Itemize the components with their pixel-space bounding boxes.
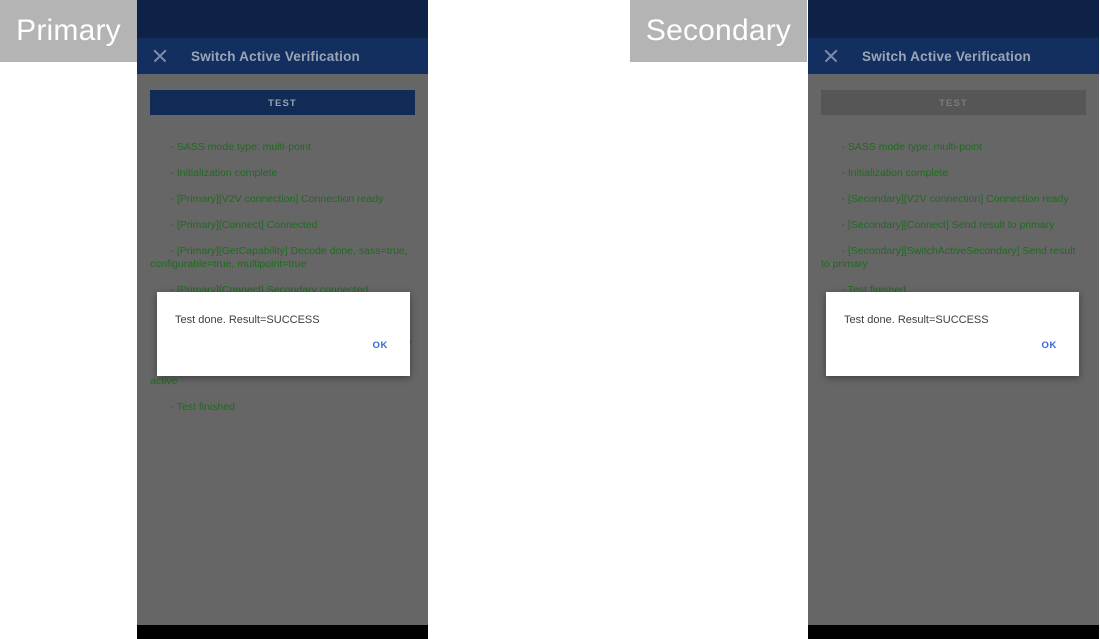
log-line: - Initialization complete [167,167,278,179]
result-dialog-primary: Test done. Result=SUCCESS OK [157,292,410,376]
dialog-ok-button[interactable]: OK [369,338,392,353]
app-bar-secondary: Switch Active Verification [808,38,1099,74]
log-line: - Initialization complete [838,167,949,179]
role-label-primary: Primary [0,0,137,62]
status-bar-primary [137,0,428,38]
close-icon[interactable] [822,47,840,65]
log-line: - [Primary][Connect] Connected [167,219,318,231]
log-line: - [Secondary][Connect] Send result to pr… [838,219,1055,231]
log-line: - SASS mode type: multi-point [838,141,983,153]
navigation-bar-primary [137,625,428,639]
log-line: - [Primary][GetCapability] Decode done, … [150,245,411,270]
app-bar-title: Switch Active Verification [191,48,360,64]
close-icon[interactable] [151,47,169,65]
log-line: - [Secondary][SwitchActiveSecondary] Sen… [821,245,1079,270]
log-line: - Test finished [167,401,236,413]
dialog-message: Test done. Result=SUCCESS [844,314,989,326]
app-bar-title: Switch Active Verification [862,48,1031,64]
test-button[interactable]: TEST [150,90,415,115]
dialog-message: Test done. Result=SUCCESS [175,314,320,326]
navigation-bar-secondary [808,625,1099,639]
app-bar-primary: Switch Active Verification [137,38,428,74]
log-line: - [Primary][V2V connection] Connection r… [167,193,384,205]
dialog-actions: OK [157,327,410,353]
log-output-primary: - SASS mode type: multi-point - Initiali… [150,128,415,427]
result-dialog-secondary: Test done. Result=SUCCESS OK [826,292,1079,376]
status-bar-secondary [808,0,1099,38]
dialog-actions: OK [826,327,1079,353]
log-line: - SASS mode type: multi-point [167,141,312,153]
log-output-secondary: - SASS mode type: multi-point - Initiali… [821,128,1086,310]
screen-content-secondary: TEST - SASS mode type: multi-point - Ini… [808,74,1099,310]
dialog-ok-button[interactable]: OK [1038,338,1061,353]
log-line: - [Secondary][V2V connection] Connection… [838,193,1069,205]
test-button[interactable]: TEST [821,90,1086,115]
role-label-secondary: Secondary [630,0,807,62]
